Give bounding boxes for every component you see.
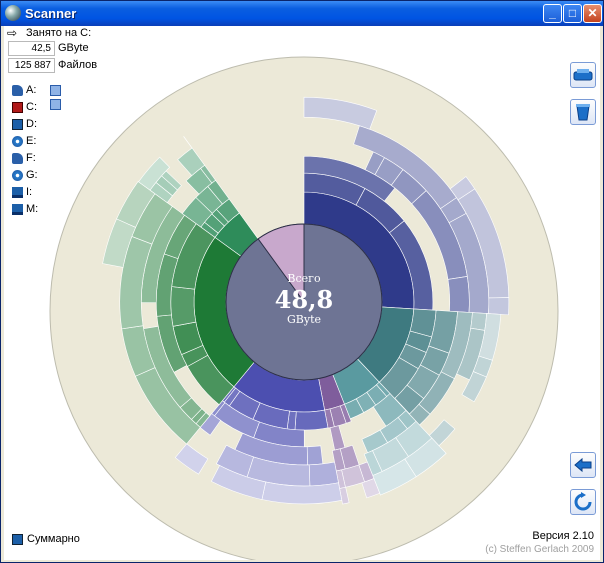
delete-button[interactable] <box>570 99 596 125</box>
summary-checkbox[interactable] <box>12 534 23 545</box>
maximize-button[interactable]: □ <box>563 4 582 23</box>
sunburst-chart: Всего 48,8 GByte <box>49 56 559 560</box>
ring-6-segment[interactable] <box>488 297 510 316</box>
floppy-drive-icon <box>12 85 23 96</box>
version-label: Версия 2.10 <box>532 530 594 542</box>
scan-button[interactable] <box>570 62 596 88</box>
summary-label: Суммарно <box>27 533 80 545</box>
center-caption: Всего <box>287 272 321 285</box>
ring-5-segment[interactable] <box>470 312 487 331</box>
ring-5-segment[interactable] <box>308 461 339 487</box>
app-icon <box>5 5 21 21</box>
occupied-label: Занято на C: <box>26 27 92 39</box>
collapse-button[interactable] <box>50 99 61 110</box>
client-area: Всего 48,8 GByte ⇨ Занято на C: 42,5 GBy… <box>4 26 600 560</box>
center-unit: GByte <box>287 313 321 326</box>
network-drive-icon <box>12 187 23 198</box>
title-bar[interactable]: Scanner _ □ ✕ <box>1 1 603 26</box>
size-value: 42,5 <box>8 41 55 56</box>
cd-drive-icon <box>12 119 23 130</box>
window-title: Scanner <box>25 6 77 21</box>
minimize-button[interactable]: _ <box>543 4 562 23</box>
files-label: Файлов <box>58 59 98 71</box>
arrow-icon: ⇨ <box>7 26 18 40</box>
back-arrow-icon <box>574 457 592 473</box>
scanner-window: Scanner _ □ ✕ Всего 48,8 GByte ⇨ Занято … <box>0 0 604 563</box>
network-drive-icon <box>12 204 23 215</box>
expand-button[interactable] <box>50 85 61 96</box>
hard-drive-icon <box>12 102 23 113</box>
refresh-icon <box>574 492 592 511</box>
copyright-label: (c) Steffen Gerlach 2009 <box>485 544 594 555</box>
ring-2-segment[interactable] <box>170 286 197 327</box>
center-value: 48,8 <box>275 285 333 314</box>
ring-4-segment[interactable] <box>447 276 470 313</box>
refresh-button[interactable] <box>570 489 596 515</box>
files-value: 125 887 <box>8 58 55 73</box>
ring-4-segment[interactable] <box>306 445 324 466</box>
floppy-drive-icon <box>12 153 23 164</box>
back-button[interactable] <box>570 452 596 478</box>
size-unit: GByte <box>58 42 89 54</box>
close-button[interactable]: ✕ <box>583 4 602 23</box>
delete-bin-icon <box>576 104 590 121</box>
ring-2-segment[interactable] <box>294 409 329 431</box>
scan-drive-icon <box>573 69 593 81</box>
cd-drive-icon <box>12 170 23 181</box>
cd-drive-icon <box>12 136 23 147</box>
